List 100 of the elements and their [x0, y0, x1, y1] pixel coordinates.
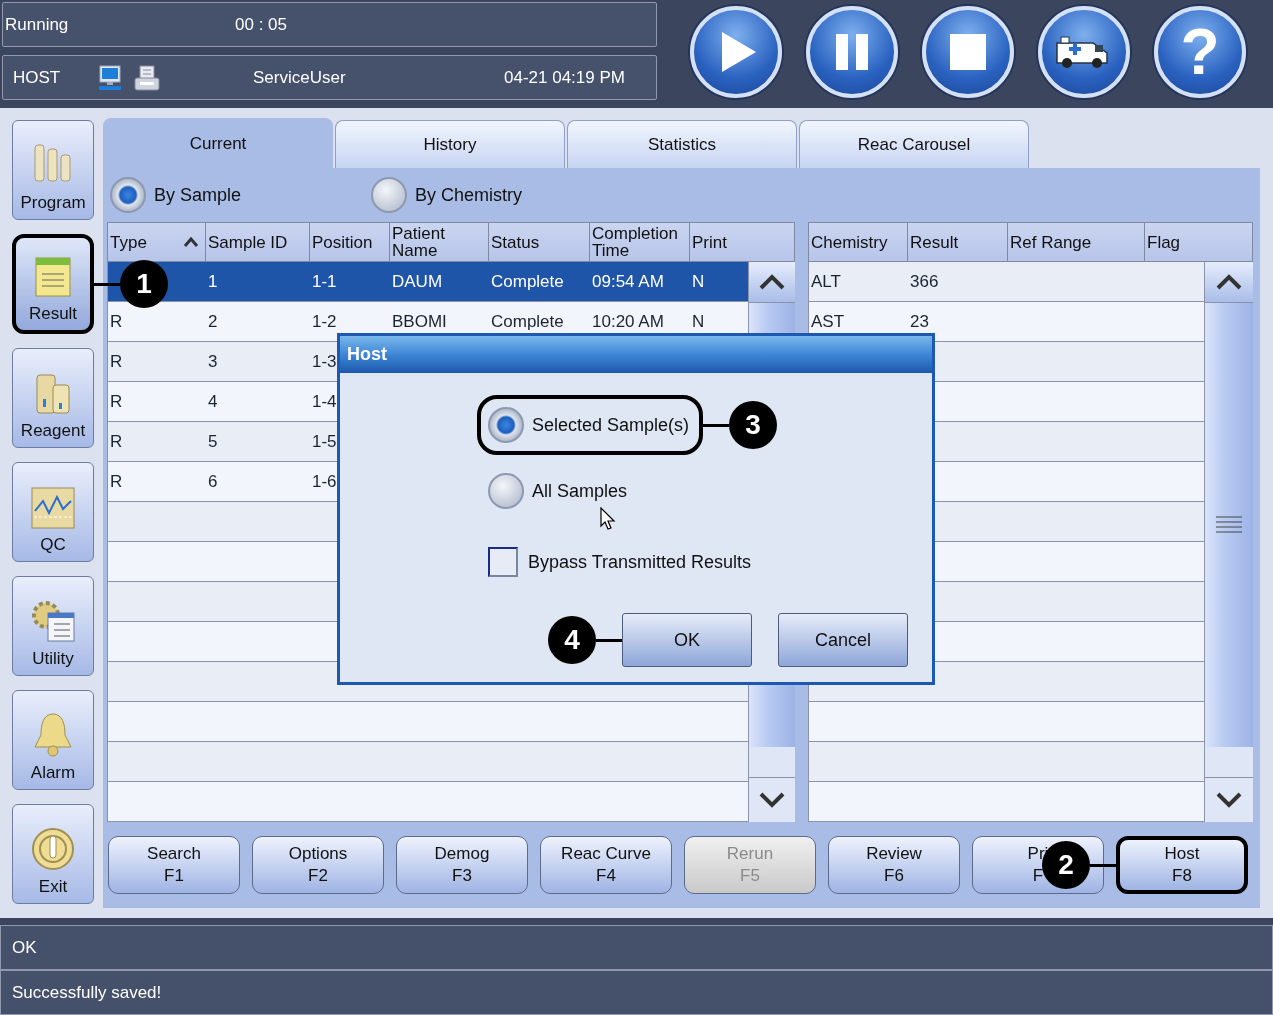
- grip-icon: [1216, 515, 1242, 535]
- dialog-title: Host: [347, 344, 387, 365]
- table-cell-text: N: [691, 310, 706, 333]
- dialog-button[interactable]: OK: [622, 613, 752, 667]
- table-cell-text: 5: [207, 430, 219, 453]
- column-header[interactable]: Result: [908, 223, 1008, 261]
- column-header[interactable]: Completion Time: [590, 223, 690, 261]
- scroll-thumb[interactable]: [1205, 303, 1253, 747]
- mode-label: HOST: [12, 67, 62, 88]
- chevron-up-icon: [1215, 274, 1243, 290]
- table-row[interactable]: AST 23: [808, 302, 1204, 342]
- tab[interactable]: History: [335, 120, 565, 168]
- function-key[interactable]: Review F6: [828, 836, 960, 894]
- column-header[interactable]: Ref Range: [1008, 223, 1145, 261]
- table-cell-text: 1-4: [311, 390, 338, 413]
- dialog-button[interactable]: Cancel: [778, 613, 908, 667]
- chevron-down-icon: [758, 792, 786, 808]
- nav-button[interactable]: Alarm: [12, 690, 94, 790]
- leader-line: [703, 423, 730, 427]
- table-cell-text: Complete: [490, 270, 565, 293]
- nav-button[interactable]: QC: [12, 462, 94, 562]
- column-header[interactable]: Chemistry: [809, 223, 908, 261]
- run-state: Running: [4, 14, 70, 35]
- scrollbar[interactable]: [1204, 262, 1253, 822]
- function-key[interactable]: Options F2: [252, 836, 384, 894]
- table-cell-text: 23: [909, 310, 930, 333]
- tab[interactable]: Current: [103, 118, 333, 168]
- nav-button[interactable]: Utility: [12, 576, 94, 676]
- table-cell-text: 2: [207, 310, 219, 333]
- line-chart-icon: [31, 487, 75, 529]
- table-cell-text: 4: [207, 390, 219, 413]
- radio-option[interactable]: By Chemistry: [368, 177, 629, 213]
- table-row[interactable]: ALT 366: [808, 262, 1204, 302]
- table-cell-text: 1-1: [311, 270, 338, 293]
- table-cell-text: 1-3: [311, 350, 338, 373]
- table-cell-text: 6: [207, 470, 219, 493]
- checkbox-option[interactable]: Bypass Transmitted Results: [488, 547, 752, 577]
- column-header[interactable]: Print: [690, 223, 794, 261]
- table-cell-text: 10:20 AM: [591, 310, 665, 333]
- table-cell-text: 09:54 AM: [591, 270, 665, 293]
- radio-option[interactable]: All Samples: [477, 461, 642, 521]
- nav-button[interactable]: Exit: [12, 804, 94, 904]
- table-cell-text: DAUM: [391, 270, 444, 293]
- leader-line: [596, 638, 622, 642]
- callout-number: 3: [729, 401, 778, 449]
- table-cell-text: R: [109, 310, 124, 333]
- monitor-icon: [98, 64, 122, 91]
- table-cell-text: AST: [810, 310, 846, 333]
- notepad-icon: [33, 254, 73, 298]
- table-cell-text: R: [109, 350, 124, 373]
- checkbox[interactable]: [488, 547, 518, 577]
- user-name: ServiceUser: [253, 67, 347, 88]
- table-cell-text: 1: [207, 270, 219, 293]
- column-header[interactable]: Flag: [1145, 223, 1252, 261]
- nav-button[interactable]: Program: [12, 120, 94, 220]
- column-header[interactable]: Type: [108, 223, 206, 261]
- leader-line: [94, 282, 120, 286]
- gear-list-icon: [30, 599, 76, 643]
- function-key[interactable]: Host F8: [1116, 836, 1248, 894]
- table-cell-text: 1-2: [311, 310, 338, 333]
- nav-button[interactable]: Result: [12, 234, 94, 334]
- stop-button[interactable]: [922, 6, 1014, 98]
- cursor-icon: [600, 507, 616, 531]
- function-key[interactable]: Reac Curve F4: [540, 836, 672, 894]
- table-cell-text: 366: [909, 270, 940, 293]
- printer-icon: [134, 64, 160, 91]
- run-timer: 00 : 05: [235, 14, 287, 35]
- table-cell-text: 1-6: [311, 470, 338, 493]
- play-button[interactable]: [690, 6, 782, 98]
- function-key[interactable]: Demog F3: [396, 836, 528, 894]
- column-header[interactable]: Status: [489, 223, 590, 261]
- pause-button[interactable]: [806, 6, 898, 98]
- radio-option[interactable]: Selected Sample(s): [477, 395, 704, 455]
- column-header[interactable]: Sample ID: [206, 223, 310, 261]
- scroll-up-button[interactable]: [1205, 262, 1253, 303]
- table-cell-text: BBOMI: [391, 310, 448, 333]
- table-cell-text: 1-5: [311, 430, 338, 453]
- table-cell-text: R: [109, 390, 124, 413]
- table-cell-text: R: [109, 430, 124, 453]
- power-icon: [31, 827, 75, 871]
- radio-option[interactable]: By Sample: [107, 177, 368, 213]
- table-cell-text: N: [691, 270, 706, 293]
- tab[interactable]: Reac Carousel: [799, 120, 1029, 168]
- table-cell-text: R: [109, 470, 124, 493]
- table-cell-text: ALT: [810, 270, 842, 293]
- scroll-up-button[interactable]: [749, 262, 795, 303]
- status-message: OK: [12, 937, 37, 958]
- table-cell-text: 3: [207, 350, 219, 373]
- chevron-down-icon: [1215, 792, 1243, 808]
- stat-button[interactable]: [1038, 6, 1130, 98]
- column-header[interactable]: Patient Name: [390, 223, 489, 261]
- stop-icon: [949, 33, 987, 71]
- status-message: Successfully saved!: [12, 982, 162, 1003]
- function-key[interactable]: Search F1: [108, 836, 240, 894]
- nav-button[interactable]: Reagent: [12, 348, 94, 448]
- column-header[interactable]: Position: [310, 223, 390, 261]
- callout-number: 4: [548, 616, 596, 664]
- chevron-up-icon: [758, 274, 786, 290]
- table-cell-text: Complete: [490, 310, 565, 333]
- tab[interactable]: Statistics: [567, 120, 797, 168]
